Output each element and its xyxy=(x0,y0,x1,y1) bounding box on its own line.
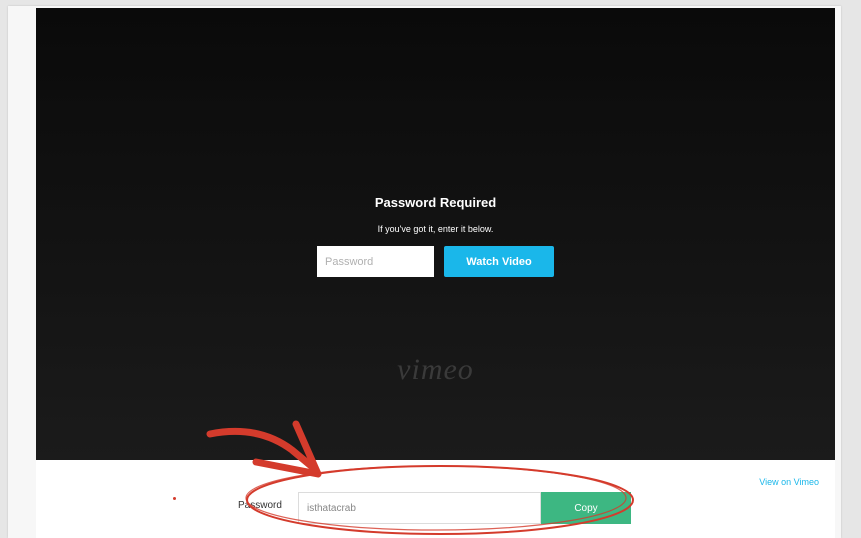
screenshot-frame: Password Required If you've got it, ente… xyxy=(0,0,861,538)
copy-button[interactable]: Copy xyxy=(541,492,631,524)
password-copy-field[interactable] xyxy=(298,492,541,524)
password-required-subtitle: If you've got it, enter it below. xyxy=(377,224,494,234)
password-copy-bar: View on Vimeo Password Copy xyxy=(36,460,835,538)
view-on-vimeo-link[interactable]: View on Vimeo xyxy=(759,477,819,487)
watch-video-button[interactable]: Watch Video xyxy=(444,246,554,277)
vimeo-logo: vimeo xyxy=(397,353,474,386)
red-dot-marker xyxy=(173,497,176,500)
password-required-title: Password Required xyxy=(374,195,497,210)
password-label: Password xyxy=(238,500,282,511)
video-password-input[interactable] xyxy=(317,246,434,277)
page: Password Required If you've got it, ente… xyxy=(8,6,841,538)
video-player: Password Required If you've got it, ente… xyxy=(36,8,835,460)
